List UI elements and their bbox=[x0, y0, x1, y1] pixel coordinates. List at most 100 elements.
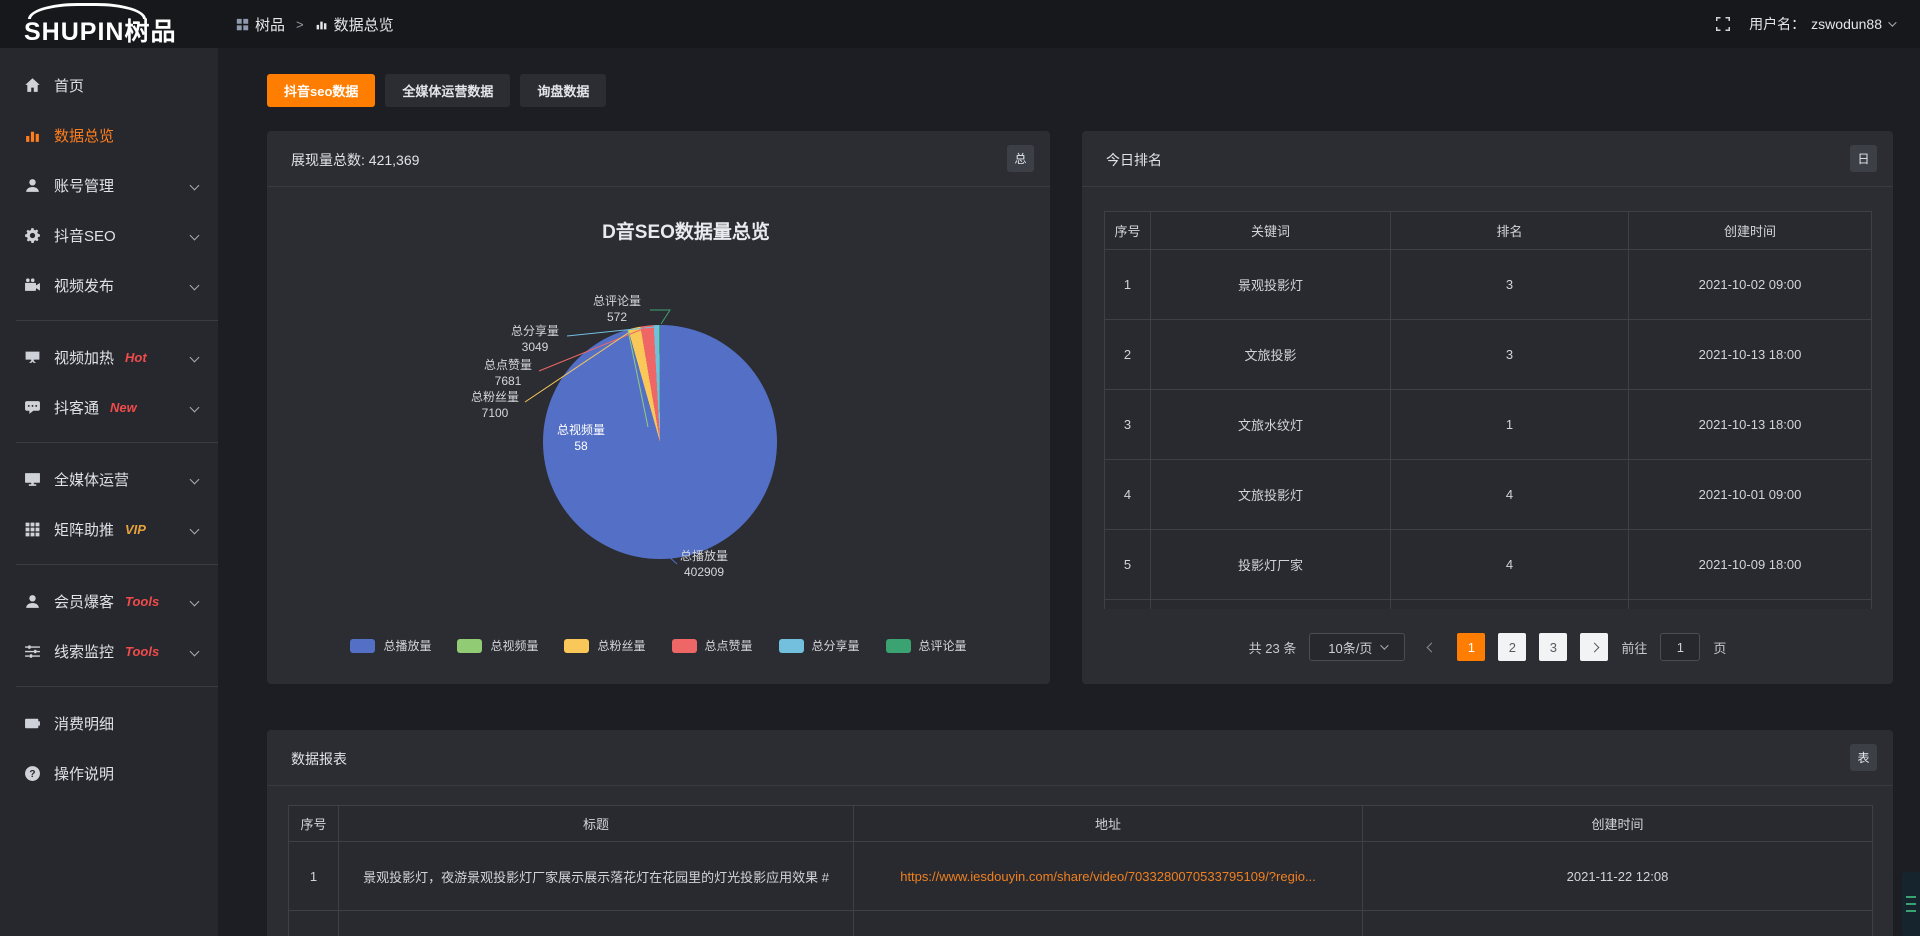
logo-cn: 树品 bbox=[124, 18, 176, 46]
table-row: 1 景观投影灯 3 2021-10-02 09:00 bbox=[1105, 250, 1872, 320]
user-menu[interactable]: 用户名：zswodun88 bbox=[1749, 14, 1894, 34]
sidebar-item-matrix-boost[interactable]: 矩阵助推 VIP bbox=[0, 504, 218, 554]
pie-label-fans: 总粉丝量 7100 bbox=[453, 389, 537, 421]
chevron-down-icon bbox=[190, 524, 200, 534]
table-row: 2 文旅投影 3 2021-10-13 18:00 bbox=[1105, 320, 1872, 390]
user-label: 用户名： bbox=[1749, 14, 1805, 34]
floating-widget[interactable] bbox=[1902, 872, 1920, 936]
legend-item-fans[interactable]: 总粉丝量 bbox=[564, 637, 645, 654]
table-row: 5 投影灯厂家 4 2021-10-09 18:00 bbox=[1105, 530, 1872, 600]
page-button-2[interactable]: 2 bbox=[1498, 633, 1526, 661]
sidebar-item-instructions[interactable]: ? 操作说明 bbox=[0, 748, 218, 798]
sidebar-divider bbox=[16, 320, 218, 321]
monitor-icon bbox=[24, 471, 41, 488]
data-tabs: 抖音seo数据 全媒体运营数据 询盘数据 bbox=[267, 74, 606, 107]
ranking-table-wrap: 序号 关键词 排名 创建时间 1 景观投影灯 3 2021-10-02 09:0… bbox=[1104, 211, 1873, 609]
table-row-partial bbox=[1105, 600, 1872, 610]
page-button-3[interactable]: 3 bbox=[1539, 633, 1567, 661]
home-icon bbox=[24, 77, 41, 94]
tab-media-ops-data[interactable]: 全媒体运营数据 bbox=[385, 74, 510, 107]
sidebar-item-home[interactable]: 首页 bbox=[0, 60, 218, 110]
chevron-down-icon bbox=[190, 474, 200, 484]
video-link[interactable]: https://www.iesdouyin.com/share/video/70… bbox=[900, 869, 1316, 884]
legend-swatch bbox=[564, 639, 589, 653]
chart-title: D音SEO数据量总览 bbox=[602, 217, 770, 244]
sidebar-item-media-ops[interactable]: 全媒体运营 bbox=[0, 454, 218, 504]
grid-icon bbox=[24, 521, 41, 538]
page-button-1[interactable]: 1 bbox=[1457, 633, 1485, 661]
legend-item-comments[interactable]: 总评论量 bbox=[886, 637, 967, 654]
legend-item-shares[interactable]: 总分享量 bbox=[779, 637, 860, 654]
chevron-right-icon bbox=[1589, 642, 1599, 652]
legend-item-videos[interactable]: 总视频量 bbox=[457, 637, 538, 654]
summary-text: 展现量总数: 421,369 bbox=[291, 150, 419, 170]
chart-legend: 总播放量 总视频量 总粉丝量 总点赞量 总分享量 总评论量 bbox=[267, 637, 1050, 654]
sidebar-item-video-publish[interactable]: 视频发布 bbox=[0, 260, 218, 310]
chevron-down-icon bbox=[1888, 18, 1896, 26]
tools-badge: Tools bbox=[125, 644, 159, 659]
next-page-button[interactable] bbox=[1580, 633, 1608, 661]
tab-douyin-seo-data[interactable]: 抖音seo数据 bbox=[267, 74, 375, 107]
pagination-total: 共 23 条 bbox=[1249, 638, 1297, 657]
vip-badge: VIP bbox=[125, 522, 146, 537]
sliders-icon bbox=[24, 643, 41, 660]
report-table: 序号 标题 地址 创建时间 1 景观投影灯，夜游景观投影灯厂家展示展示落花灯在花… bbox=[288, 805, 1873, 936]
fullscreen-icon[interactable] bbox=[1715, 16, 1731, 32]
breadcrumb-root[interactable]: 树品 bbox=[236, 14, 285, 35]
breadcrumb: 树品 > 数据总览 bbox=[236, 14, 394, 35]
prev-page-button[interactable] bbox=[1418, 644, 1444, 651]
projector-icon bbox=[24, 349, 41, 366]
panel-header: 数据报表 表 bbox=[267, 730, 1893, 786]
table-row-partial bbox=[289, 911, 1873, 936]
wallet-icon bbox=[24, 715, 41, 732]
sidebar-item-video-heat[interactable]: 视频加热 Hot bbox=[0, 332, 218, 382]
legend-item-plays[interactable]: 总播放量 bbox=[350, 637, 431, 654]
breadcrumb-separator: > bbox=[296, 17, 304, 32]
panel-title: 今日排名 bbox=[1106, 150, 1162, 170]
goto-unit: 页 bbox=[1713, 638, 1726, 657]
header-right: 用户名：zswodun88 bbox=[1715, 14, 1920, 34]
sidebar-item-consumption[interactable]: 消费明细 bbox=[0, 698, 218, 748]
day-view-button[interactable]: 日 bbox=[1850, 145, 1877, 172]
table-row: 1 景观投影灯，夜游景观投影灯厂家展示展示落花灯在花园里的灯光投影应用效果 # … bbox=[289, 842, 1873, 911]
new-badge: New bbox=[110, 400, 137, 415]
sidebar-item-data-overview[interactable]: 数据总览 bbox=[0, 110, 218, 160]
sidebar-item-douketong[interactable]: 抖客通 New bbox=[0, 382, 218, 432]
person-icon bbox=[24, 593, 41, 610]
seo-chart-panel: 展现量总数: 421,369 总 D音SEO数据量总览 总评论量 572 总分享… bbox=[267, 131, 1050, 684]
sidebar-divider bbox=[16, 442, 218, 443]
panel-header: 展现量总数: 421,369 总 bbox=[267, 131, 1050, 187]
chevron-down-icon bbox=[1381, 641, 1389, 649]
data-report-panel: 数据报表 表 序号 标题 地址 创建时间 1 景观投影灯，夜游景观投影灯厂家展示… bbox=[267, 730, 1893, 936]
panel-header: 今日排名 日 bbox=[1082, 131, 1893, 187]
goto-page-input[interactable] bbox=[1660, 633, 1700, 661]
total-view-button[interactable]: 总 bbox=[1007, 145, 1034, 172]
today-ranking-panel: 今日排名 日 序号 关键词 排名 创建时间 1 景观投影灯 3 2021-10-… bbox=[1082, 131, 1893, 684]
ranking-table: 序号 关键词 排名 创建时间 1 景观投影灯 3 2021-10-02 09:0… bbox=[1104, 211, 1872, 609]
svg-text:?: ? bbox=[29, 769, 35, 780]
pie-label-shares: 总分享量 3049 bbox=[493, 323, 577, 355]
pagination: 共 23 条 10条/页 1 2 3 前往 页 bbox=[1082, 631, 1893, 663]
table-view-button[interactable]: 表 bbox=[1850, 744, 1877, 771]
legend-swatch bbox=[457, 639, 482, 653]
breadcrumb-current: 数据总览 bbox=[315, 14, 394, 35]
tab-inquiry-data[interactable]: 询盘数据 bbox=[520, 74, 606, 107]
page-size-select[interactable]: 10条/页 bbox=[1309, 633, 1405, 661]
grid-icon bbox=[236, 18, 249, 31]
legend-item-likes[interactable]: 总点赞量 bbox=[672, 637, 753, 654]
table-header-row: 序号 标题 地址 创建时间 bbox=[289, 806, 1873, 842]
sidebar-divider bbox=[16, 564, 218, 565]
pie-label-comments: 总评论量 572 bbox=[575, 293, 659, 325]
sidebar-item-account[interactable]: 账号管理 bbox=[0, 160, 218, 210]
legend-swatch bbox=[779, 639, 804, 653]
gear-icon bbox=[24, 227, 41, 244]
logo-text: SHUPIN树品 bbox=[24, 12, 176, 48]
pie-label-videos: 总视频量 58 bbox=[539, 422, 623, 454]
app-logo: SHUPIN树品 bbox=[0, 0, 218, 48]
sidebar-item-lead-monitor[interactable]: 线索监控 Tools bbox=[0, 626, 218, 676]
question-circle-icon: ? bbox=[24, 765, 41, 782]
sidebar-item-douyin-seo[interactable]: 抖音SEO bbox=[0, 210, 218, 260]
chevron-down-icon bbox=[190, 596, 200, 606]
sidebar-item-member-baoke[interactable]: 会员爆客 Tools bbox=[0, 576, 218, 626]
chevron-down-icon bbox=[190, 646, 200, 656]
